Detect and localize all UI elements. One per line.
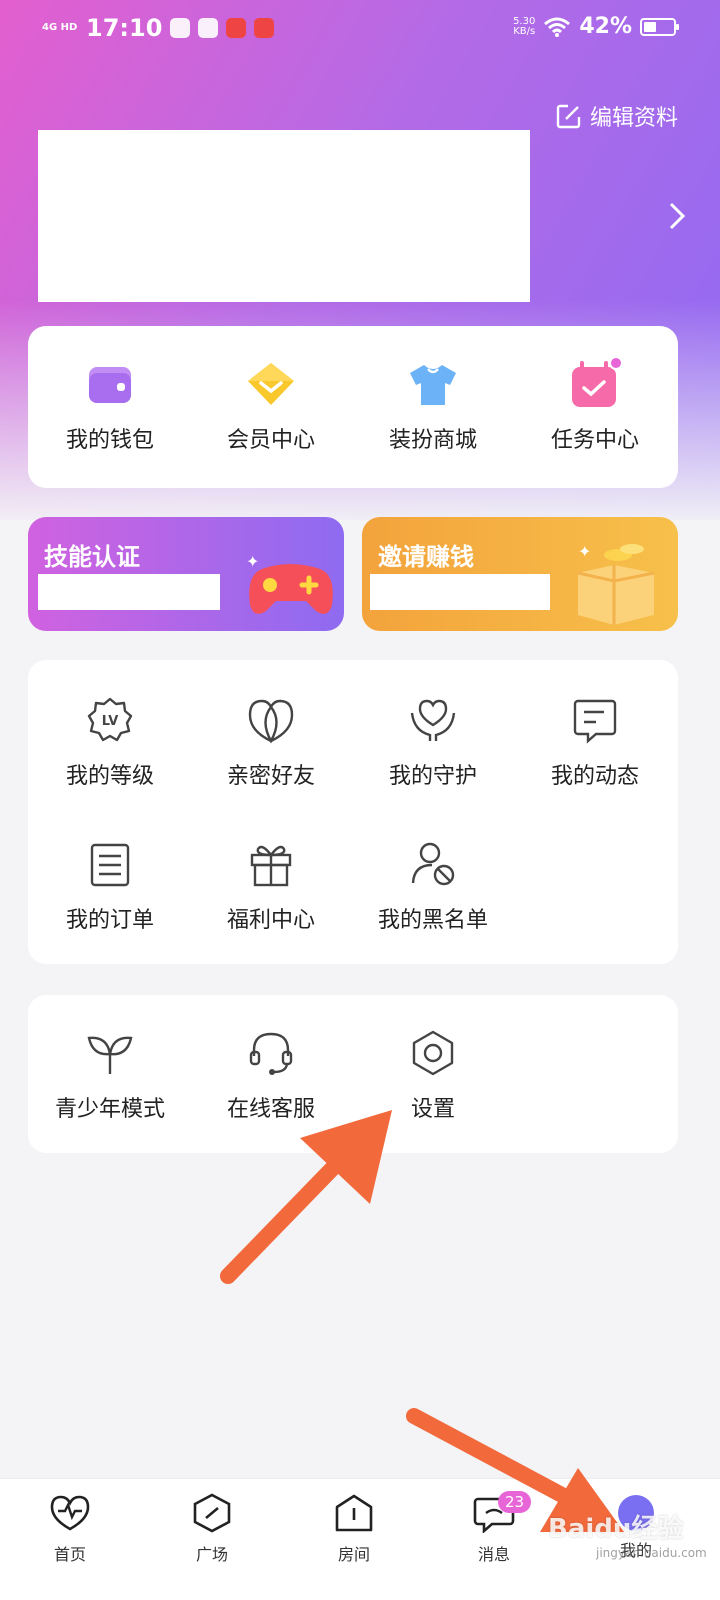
quick-action-label: 装扮商城 <box>388 428 477 453</box>
chevron-right-icon[interactable] <box>668 200 686 240</box>
sprout-icon <box>82 1025 138 1081</box>
wifi-icon <box>544 17 571 37</box>
promo-title: 技能认证 <box>44 543 140 571</box>
svg-text:✦: ✦ <box>578 542 591 561</box>
skill-certification-banner[interactable]: 技能认证 ✦ <box>28 517 344 631</box>
svg-text:LV: LV <box>102 714 119 729</box>
nav-square[interactable]: 广场 <box>162 1493 262 1565</box>
quick-action-label: 任务中心 <box>550 428 639 453</box>
feature-blacklist[interactable]: 我的黑名单 <box>353 836 513 934</box>
profile-info-redacted[interactable] <box>38 130 530 302</box>
promo-title: 邀请赚钱 <box>378 543 474 571</box>
tool-label: 设置 <box>410 1097 455 1122</box>
feature-label: 亲密好友 <box>226 764 315 789</box>
watermark-url: jingyan.baidu.com <box>596 1546 707 1560</box>
network-speed: 5.30 KB/s <box>513 16 536 37</box>
settings-hexagon-icon <box>405 1025 461 1081</box>
feature-label: 我的守护 <box>388 764 477 789</box>
battery-percent: 42% <box>579 14 632 39</box>
quick-action-wallet[interactable]: 我的钱包 <box>30 356 190 454</box>
quick-action-label: 我的钱包 <box>65 428 154 453</box>
quick-actions-card: 我的钱包 会员中心 装扮商城 任务中心 <box>28 326 678 488</box>
wallet-icon <box>82 356 138 412</box>
diamond-icon <box>243 356 299 412</box>
android-app-icon <box>170 18 191 38</box>
feature-my-orders[interactable]: 我的订单 <box>30 836 190 934</box>
tool-online-support[interactable]: 在线客服 <box>191 1025 351 1123</box>
headset-icon <box>243 1025 299 1081</box>
feature-my-guardian[interactable]: 我的守护 <box>353 692 513 790</box>
feature-label: 我的动态 <box>550 764 639 789</box>
compass-hexagon-icon <box>193 1493 231 1533</box>
network-indicator: 4G HD <box>42 22 78 33</box>
edit-profile-button[interactable]: 编辑资料 <box>556 100 678 132</box>
post-icon <box>567 692 623 748</box>
room-icon <box>335 1494 373 1532</box>
order-list-icon <box>82 836 138 892</box>
heart-guard-icon <box>405 692 461 748</box>
promo-subtitle-redacted <box>370 574 550 610</box>
tool-label: 青少年模式 <box>54 1097 165 1122</box>
intimate-friends-icon <box>243 692 299 748</box>
news-app-icon <box>254 18 275 38</box>
quick-action-label: 会员中心 <box>226 428 315 453</box>
tshirt-icon <box>405 356 461 412</box>
heart-pulse-icon <box>50 1495 90 1531</box>
network-speed-unit: KB/s <box>513 25 536 37</box>
blocked-user-icon <box>405 836 461 892</box>
status-time: 17:10 <box>86 14 163 42</box>
quick-action-dressup-shop[interactable]: 装扮商城 <box>353 356 513 454</box>
tool-settings[interactable]: 设置 <box>353 1025 513 1123</box>
tools-card: 青少年模式 在线客服 设置 <box>28 995 678 1153</box>
invite-earn-banner[interactable]: 邀请赚钱 ✦ <box>362 517 678 631</box>
edit-profile-label: 编辑资料 <box>589 106 678 131</box>
feature-my-level[interactable]: LV 我的等级 <box>30 692 190 790</box>
feature-my-posts[interactable]: 我的动态 <box>515 692 675 790</box>
nav-label: 消息 <box>477 1545 510 1564</box>
unread-badge: 23 <box>498 1491 532 1513</box>
calendar-check-icon <box>567 356 623 412</box>
app-notification-icon <box>198 18 219 38</box>
status-bar: 4G HD 17:10 5.30 KB/s 42% <box>0 0 720 56</box>
treasure-box-icon: ✦ <box>577 542 655 625</box>
nav-home[interactable]: 首页 <box>20 1493 120 1565</box>
nav-label: 广场 <box>195 1545 228 1564</box>
weibo-icon <box>226 18 247 38</box>
feature-label: 我的订单 <box>65 908 154 933</box>
nav-label: 房间 <box>337 1545 370 1564</box>
feature-intimate-friends[interactable]: 亲密好友 <box>191 692 351 790</box>
edit-icon <box>556 104 581 129</box>
nav-label: 首页 <box>53 1545 86 1564</box>
feature-label: 我的等级 <box>65 764 154 789</box>
feature-label: 我的黑名单 <box>377 908 488 933</box>
quick-action-membership[interactable]: 会员中心 <box>191 356 351 454</box>
watermark-text: Baidu经验 <box>548 1514 684 1544</box>
promo-subtitle-redacted <box>38 574 220 610</box>
level-badge-icon: LV <box>82 692 138 748</box>
nav-room[interactable]: 房间 <box>304 1493 404 1565</box>
watermark: Baidu经验 <box>548 1508 683 1545</box>
tool-teen-mode[interactable]: 青少年模式 <box>30 1025 190 1123</box>
gift-icon <box>243 836 299 892</box>
nav-messages[interactable]: 23 消息 <box>444 1491 544 1565</box>
features-card: LV 我的等级 亲密好友 我的守护 我的动态 我的订单 福利中心 我的黑名单 <box>28 660 678 964</box>
feature-label: 福利中心 <box>226 908 315 933</box>
battery-icon <box>640 17 679 36</box>
feature-welfare-center[interactable]: 福利中心 <box>191 836 351 934</box>
tool-label: 在线客服 <box>226 1097 315 1122</box>
quick-action-task-center[interactable]: 任务中心 <box>515 356 675 454</box>
gamepad-icon: ✦ <box>246 552 333 614</box>
svg-text:✦: ✦ <box>246 552 259 571</box>
